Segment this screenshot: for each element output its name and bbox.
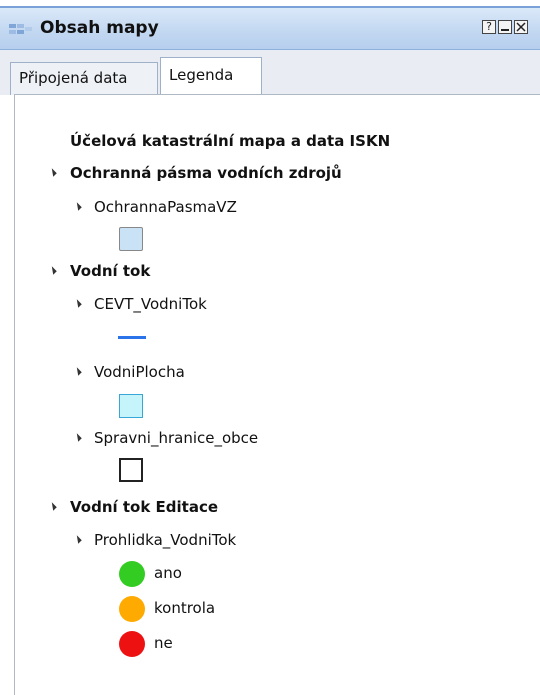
tab-legenda[interactable]: Legenda bbox=[160, 57, 262, 95]
legend-layer-label[interactable]: Spravni_hranice_obce bbox=[94, 429, 258, 447]
close-icon bbox=[516, 22, 526, 32]
legend-root-title: Účelová katastrální mapa a data ISKN bbox=[70, 132, 391, 150]
help-button[interactable]: ? bbox=[482, 20, 496, 34]
legend-layer-label[interactable]: OchrannaPasmaVZ bbox=[94, 198, 237, 216]
legend-group-label[interactable]: Ochranná pásma vodních zdrojů bbox=[70, 164, 342, 182]
legend-layer-label[interactable]: VodniPlocha bbox=[94, 363, 185, 381]
legend-layer-label[interactable]: Prohlidka_VodniTok bbox=[94, 531, 236, 549]
line-symbol-icon bbox=[118, 336, 146, 339]
legend-group-label[interactable]: Vodní tok bbox=[70, 262, 150, 280]
orange-circle-icon bbox=[119, 596, 145, 622]
minimize-icon bbox=[501, 29, 509, 31]
polygon-symbol-icon bbox=[119, 394, 143, 418]
tab-pripojena-data[interactable]: Připojená data bbox=[10, 62, 158, 95]
legend-class-label: kontrola bbox=[154, 599, 216, 617]
red-circle-icon bbox=[119, 631, 145, 657]
close-button[interactable] bbox=[514, 20, 528, 34]
legend-class-label: ne bbox=[154, 634, 173, 652]
window-title: Obsah mapy bbox=[40, 18, 159, 38]
legend-group-label[interactable]: Vodní tok Editace bbox=[70, 498, 218, 516]
tab-strip: Připojená data Legenda bbox=[0, 50, 540, 95]
legend-panel bbox=[14, 94, 540, 695]
polygon-symbol-icon bbox=[119, 458, 143, 482]
map-layers-icon bbox=[9, 24, 32, 34]
legend-class-label: ano bbox=[154, 564, 182, 582]
green-circle-icon bbox=[119, 561, 145, 587]
polygon-symbol-icon bbox=[119, 227, 143, 251]
legend-layer-label[interactable]: CEVT_VodniTok bbox=[94, 295, 207, 313]
window-titlebar: Obsah mapy ? bbox=[0, 6, 540, 50]
minimize-button[interactable] bbox=[498, 20, 512, 34]
